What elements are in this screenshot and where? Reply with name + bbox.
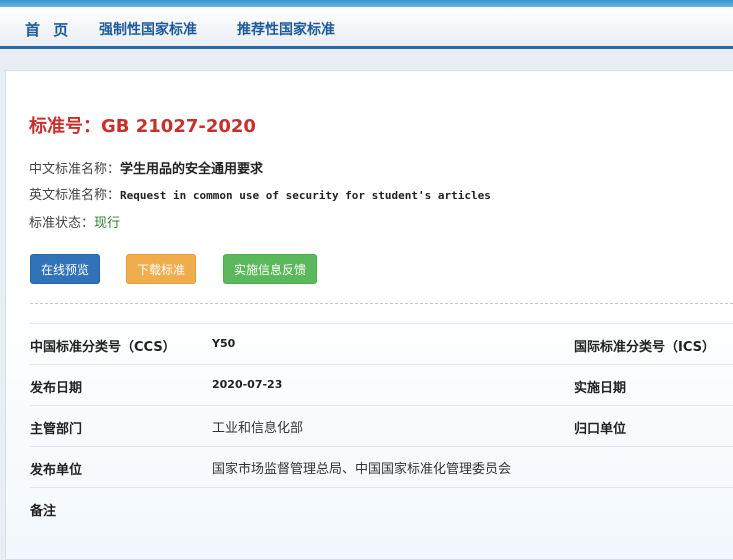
top-navigation-bar: 首 页 强制性国家标准 推荐性国家标准 bbox=[0, 7, 733, 49]
top-color-strip bbox=[0, 0, 733, 7]
centralized-unit-label: 归口单位 bbox=[574, 422, 627, 437]
cn-name-label: 中文标准名称： bbox=[29, 162, 121, 177]
publisher-value: 国家市场监督管理总局、中国国家标准化管理委员会 bbox=[212, 462, 512, 477]
ccs-value: Y50 bbox=[212, 337, 236, 350]
nav-mandatory-standards-link[interactable]: 强制性国家标准 bbox=[99, 19, 197, 39]
en-name-row: 英文标准名称：Request in common use of security… bbox=[29, 184, 491, 203]
implementation-date-label: 实施日期 bbox=[574, 381, 627, 396]
publish-date-value: 2020-07-23 bbox=[212, 378, 283, 391]
ics-label: 国际标准分类号（ICS） bbox=[574, 340, 715, 355]
section-divider bbox=[30, 303, 733, 304]
publisher-label: 发布单位 bbox=[30, 463, 83, 478]
department-label: 主管部门 bbox=[30, 422, 83, 437]
status-value: 现行 bbox=[94, 216, 121, 231]
table-line bbox=[30, 487, 733, 488]
table-line bbox=[30, 323, 733, 324]
publish-date-label: 发布日期 bbox=[30, 381, 83, 396]
status-row: 标准状态：现行 bbox=[29, 212, 120, 231]
en-name-value: Request in common use of security for st… bbox=[120, 189, 491, 202]
en-name-label: 英文标准名称： bbox=[29, 188, 121, 203]
cn-name-row: 中文标准名称：学生用品的安全通用要求 bbox=[29, 158, 263, 177]
nav-recommended-standards-link[interactable]: 推荐性国家标准 bbox=[237, 19, 335, 39]
standard-number-title: 标准号：GB 21027-2020 bbox=[29, 116, 256, 137]
remarks-label: 备注 bbox=[30, 504, 57, 519]
download-standard-button[interactable]: 下载标准 bbox=[126, 254, 196, 284]
implementation-feedback-button[interactable]: 实施信息反馈 bbox=[223, 254, 317, 284]
department-value: 工业和信息化部 bbox=[212, 421, 304, 436]
table-line bbox=[30, 405, 733, 406]
status-label: 标准状态： bbox=[29, 216, 95, 231]
ccs-label: 中国标准分类号（CCS） bbox=[30, 340, 176, 355]
cn-name-value: 学生用品的安全通用要求 bbox=[120, 162, 264, 177]
nav-home-link[interactable]: 首 页 bbox=[25, 19, 72, 40]
online-preview-button[interactable]: 在线预览 bbox=[30, 254, 100, 284]
table-line bbox=[30, 364, 733, 365]
table-line bbox=[30, 446, 733, 447]
